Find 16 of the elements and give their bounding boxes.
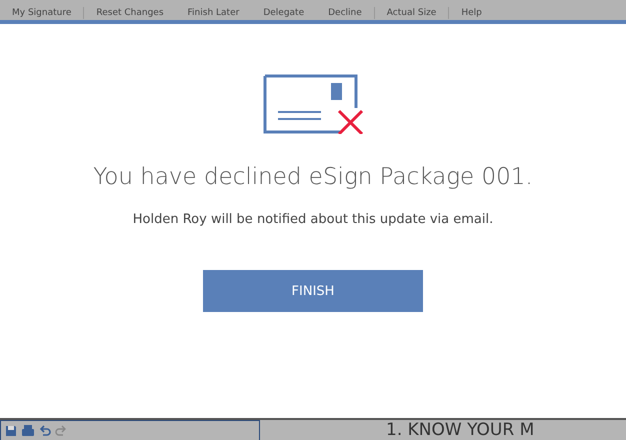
finish-button[interactable]: FINISH	[203, 270, 423, 312]
print-icon[interactable]	[21, 425, 35, 437]
toolbar-button[interactable]: Help	[449, 7, 494, 19]
envelope-decline-icon	[263, 74, 363, 134]
dialog-message: Holden Roy will be notified about this update via email.	[132, 212, 494, 227]
toolbar-button[interactable]: Delegate	[251, 7, 316, 19]
dialog-title: You have declined eSign Package 001.	[93, 164, 533, 190]
toolbar-button[interactable]: Reset Changes	[84, 7, 176, 19]
save-icon[interactable]	[5, 425, 17, 437]
toolbar-button[interactable]: Actual Size	[374, 7, 450, 19]
toolbar-button[interactable]: Finish Later	[176, 7, 252, 19]
undo-icon[interactable]	[39, 425, 51, 437]
redo-icon[interactable]	[55, 425, 67, 437]
toolbar-button[interactable]: My Signature	[0, 7, 84, 19]
toolbar-button[interactable]: Decline	[316, 7, 375, 19]
document-heading: 1. KNOW YOUR M	[386, 420, 534, 440]
